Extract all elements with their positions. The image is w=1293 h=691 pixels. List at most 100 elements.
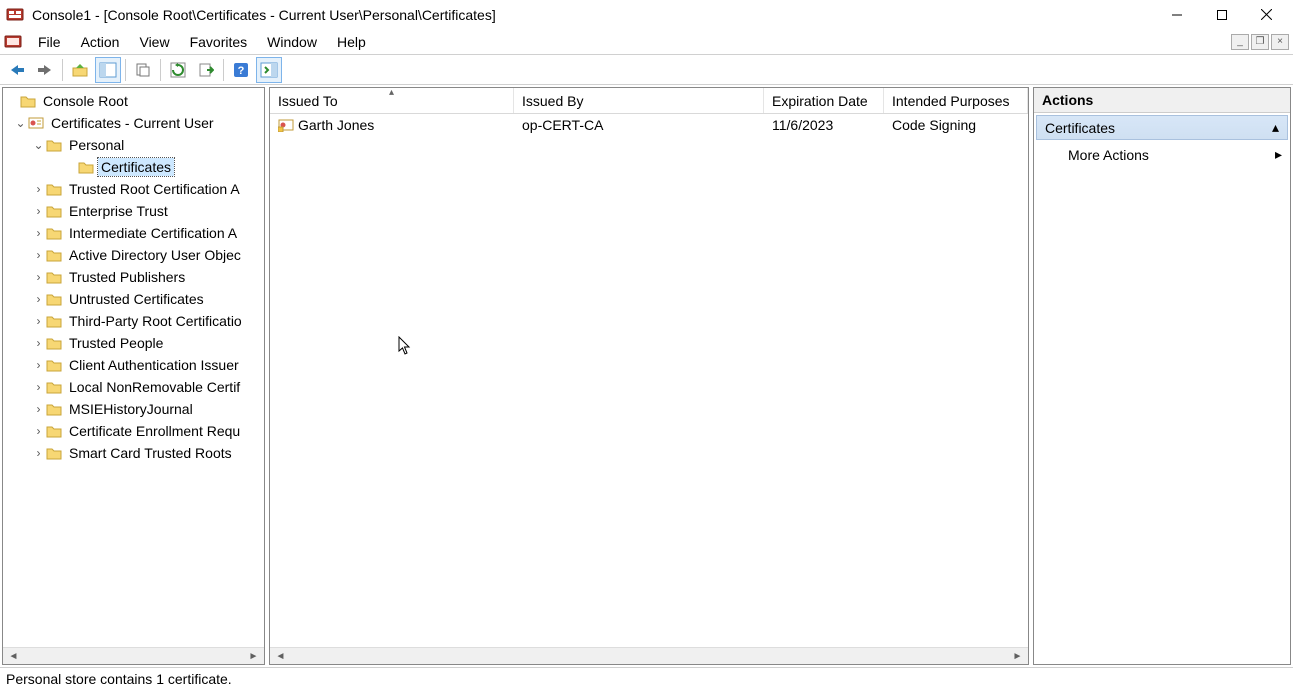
- close-button[interactable]: [1244, 1, 1289, 29]
- tree-item[interactable]: › Enterprise Trust: [3, 200, 264, 222]
- back-button[interactable]: [4, 57, 30, 83]
- column-issued-by[interactable]: Issued By: [514, 88, 764, 113]
- refresh-button[interactable]: [165, 57, 191, 83]
- tree-item[interactable]: ›Intermediate Certification A: [3, 222, 264, 244]
- actions-group[interactable]: Certificates ▴: [1036, 115, 1288, 140]
- export-list-button[interactable]: [193, 57, 219, 83]
- column-expiration[interactable]: Expiration Date: [764, 88, 884, 113]
- expand-toggle[interactable]: ›: [31, 380, 46, 394]
- tree-label: Trusted Root Certification A: [66, 180, 243, 198]
- tree-item[interactable]: ›Trusted People: [3, 332, 264, 354]
- menu-help[interactable]: Help: [327, 31, 376, 53]
- menu-window[interactable]: Window: [257, 31, 327, 53]
- copy-button[interactable]: [130, 57, 156, 83]
- expand-toggle[interactable]: ›: [31, 424, 46, 438]
- expand-toggle[interactable]: ›: [31, 446, 46, 460]
- title-bar: Console1 - [Console Root\Certificates - …: [0, 0, 1293, 29]
- actions-more[interactable]: More Actions ▸: [1034, 142, 1290, 167]
- mdi-close-button[interactable]: ×: [1271, 34, 1289, 50]
- cell-expiration: 11/6/2023: [764, 117, 884, 133]
- expand-toggle[interactable]: ›: [31, 248, 46, 262]
- expand-toggle[interactable]: ⌄: [13, 116, 28, 130]
- menu-favorites[interactable]: Favorites: [180, 31, 258, 53]
- scroll-right-icon[interactable]: ►: [1009, 649, 1026, 664]
- tree-hscroll[interactable]: ◄ ►: [3, 647, 264, 664]
- list-pane: ▴Issued To Issued By Expiration Date Int…: [269, 87, 1029, 665]
- chevron-right-icon: ▸: [1275, 146, 1282, 163]
- menu-action[interactable]: Action: [71, 31, 130, 53]
- tree-item[interactable]: ›Third-Party Root Certificatio: [3, 310, 264, 332]
- scroll-right-icon[interactable]: ►: [245, 649, 262, 664]
- show-action-pane-button[interactable]: [256, 57, 282, 83]
- tree-label: Console Root: [40, 92, 131, 110]
- tree-item[interactable]: › MSIEHistoryJournal: [3, 398, 264, 420]
- list-header: ▴Issued To Issued By Expiration Date Int…: [270, 88, 1028, 114]
- tree-certs-user[interactable]: ⌄ Certificates - Current User: [3, 112, 264, 134]
- table-row[interactable]: Garth Jones op-CERT-CA 11/6/2023 Code Si…: [270, 114, 1028, 136]
- show-hide-tree-button[interactable]: [95, 57, 121, 83]
- tree-personal[interactable]: ⌄ Personal: [3, 134, 264, 156]
- list-body[interactable]: Garth Jones op-CERT-CA 11/6/2023 Code Si…: [270, 114, 1028, 647]
- mdi-restore-button[interactable]: ❐: [1251, 34, 1269, 50]
- tree-label: Certificates - Current User: [48, 114, 217, 132]
- tree-item[interactable]: ›Local NonRemovable Certif: [3, 376, 264, 398]
- expand-toggle[interactable]: ›: [31, 314, 46, 328]
- column-label: Issued By: [522, 93, 583, 109]
- column-purposes[interactable]: Intended Purposes: [884, 88, 1028, 113]
- forward-button[interactable]: [32, 57, 58, 83]
- mmc-doc-icon: [4, 33, 22, 51]
- tree-item[interactable]: › Client Authentication Issuer: [3, 354, 264, 376]
- expand-toggle[interactable]: ›: [31, 292, 46, 306]
- tree-label: Trusted Publishers: [66, 268, 188, 286]
- folder-icon: [20, 94, 36, 108]
- expand-toggle[interactable]: ›: [31, 336, 46, 350]
- up-button[interactable]: [67, 57, 93, 83]
- actions-more-label: More Actions: [1068, 147, 1149, 163]
- expand-toggle[interactable]: ›: [31, 204, 46, 218]
- console-tree[interactable]: Console Root ⌄ Certificates - Current Us…: [3, 88, 264, 647]
- tree-label: MSIEHistoryJournal: [66, 400, 196, 418]
- tree-item[interactable]: ›Certificate Enrollment Requ: [3, 420, 264, 442]
- tree-item[interactable]: ›Smart Card Trusted Roots: [3, 442, 264, 464]
- tree-item[interactable]: › Active Directory User Objec: [3, 244, 264, 266]
- menu-view[interactable]: View: [129, 31, 179, 53]
- folder-icon: [46, 292, 62, 306]
- toolbar: ?: [0, 55, 1293, 85]
- folder-icon: [46, 138, 62, 152]
- tree-item[interactable]: › Trusted Publishers: [3, 266, 264, 288]
- folder-icon: [78, 160, 94, 174]
- menu-file[interactable]: File: [28, 31, 71, 53]
- folder-icon: [46, 424, 62, 438]
- folder-icon: [46, 446, 62, 460]
- column-issued-to[interactable]: ▴Issued To: [270, 88, 514, 113]
- collapse-up-icon: ▴: [1272, 119, 1279, 136]
- tree-console-root[interactable]: Console Root: [3, 90, 264, 112]
- list-hscroll[interactable]: ◄ ►: [270, 647, 1028, 664]
- expand-toggle[interactable]: ›: [31, 226, 46, 240]
- scroll-left-icon[interactable]: ◄: [5, 649, 22, 664]
- actions-pane: Actions Certificates ▴ More Actions ▸: [1033, 87, 1291, 665]
- mdi-minimize-button[interactable]: _: [1231, 34, 1249, 50]
- expand-toggle[interactable]: ›: [31, 358, 46, 372]
- status-text: Personal store contains 1 certificate.: [6, 671, 232, 687]
- mmc-app-icon: [6, 6, 24, 24]
- tree-label: Client Authentication Issuer: [66, 356, 242, 374]
- tree-item[interactable]: › Trusted Root Certification A: [3, 178, 264, 200]
- scroll-left-icon[interactable]: ◄: [272, 649, 289, 664]
- folder-icon: [46, 380, 62, 394]
- minimize-button[interactable]: [1154, 1, 1199, 29]
- maximize-button[interactable]: [1199, 1, 1244, 29]
- expand-toggle[interactable]: ›: [31, 182, 46, 196]
- column-label: Expiration Date: [772, 93, 868, 109]
- folder-icon: [46, 314, 62, 328]
- tree-label: Personal: [66, 136, 127, 154]
- tree-item[interactable]: ›Untrusted Certificates: [3, 288, 264, 310]
- folder-icon: [46, 402, 62, 416]
- tree-label: Enterprise Trust: [66, 202, 171, 220]
- tree-label: Active Directory User Objec: [66, 246, 244, 264]
- expand-toggle[interactable]: ›: [31, 402, 46, 416]
- expand-toggle[interactable]: ⌄: [31, 138, 46, 152]
- help-button[interactable]: ?: [228, 57, 254, 83]
- expand-toggle[interactable]: ›: [31, 270, 46, 284]
- tree-certificates[interactable]: Certificates: [3, 156, 264, 178]
